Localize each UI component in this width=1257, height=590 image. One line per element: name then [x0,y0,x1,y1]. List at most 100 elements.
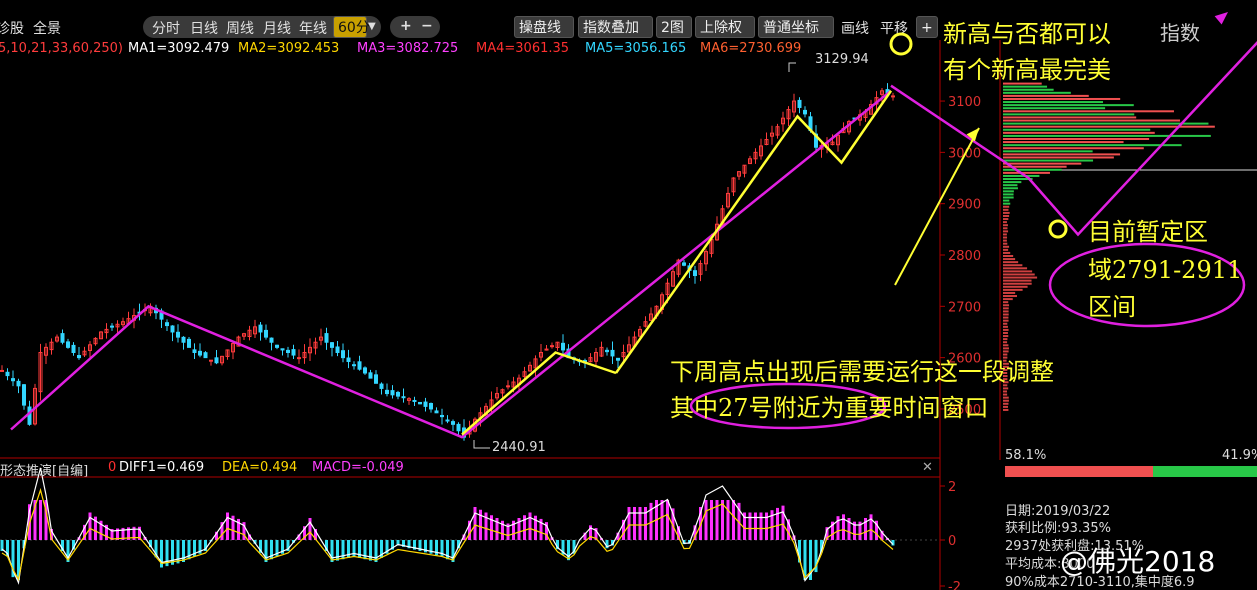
trend-line-yellow [461,351,617,436]
chip-bar [1003,310,1009,313]
annotation-plan-1: 下周高点出现后需要运行这一段调整 [670,358,1054,386]
chip-bar [1003,214,1010,217]
chip-bar [1003,221,1007,224]
candle-body [363,367,367,374]
chip-bar [1003,147,1144,150]
candle-body [192,349,197,353]
chip-bar [1003,211,1010,214]
candle-body [264,329,268,338]
high-price-label: 3129.94 [815,52,869,67]
chip-bar [1003,331,1008,334]
chip-bar [1003,251,1011,254]
macd-bar [666,500,669,540]
candle-body [66,341,70,348]
candle-body [385,389,389,395]
chip-bar [1003,298,1013,301]
chip-profit-ratio: 获利比例:93.35% [1005,521,1111,536]
chip-bar [1003,325,1008,328]
chip-bar [1003,141,1124,144]
chip-bar [1003,245,1010,248]
annotation-new-high-1: 新高与否都可以 [943,20,1111,48]
macd-bar [726,500,730,540]
candle-body [412,399,417,402]
trend-line-yellow [614,90,893,374]
chip-bar [1003,291,1016,294]
chip-bar [1003,224,1008,227]
candle-body [286,349,290,353]
candle-body [335,346,340,353]
candle-body [693,270,697,277]
chip-bar [1003,187,1018,190]
candle-body [181,336,186,343]
macd-bar [633,507,636,540]
candle-body [16,380,21,387]
chip-bar [1003,168,1062,171]
chip-bar [1003,134,1211,137]
chip-bar [1003,171,1050,174]
candle-body [11,378,15,382]
arrow-head [1214,12,1228,25]
candle-body [0,369,4,372]
candle-body [77,355,81,359]
chip-bar [1003,156,1114,159]
candle-body [616,357,620,361]
candle-body [891,95,895,98]
chip-bar [1003,270,1033,273]
chip-bar [1003,174,1040,177]
y-tick-label: 2800 [948,249,981,264]
macd-tick-label: 0 [948,534,956,549]
chip-bar [1003,341,1008,344]
candle-body [396,391,400,397]
candle-body [214,357,219,364]
chip-bar [1003,322,1008,325]
macd-bar [754,512,757,540]
macd-bar [710,500,713,540]
chip-bar [1003,144,1182,147]
chip-bar [1003,319,1009,322]
candle-body [374,374,378,384]
chip-bar [1003,393,1008,396]
watermark: @佛光2018 [1060,545,1216,578]
candle-body [434,410,439,414]
candle-body [27,406,32,425]
chip-bar [1003,242,1008,245]
candle-body [418,401,422,405]
chip-bar [1003,261,1019,264]
chip-bar [1003,233,1007,236]
chip-bar [1003,150,1093,153]
chip-bar [1003,328,1009,331]
chip-bar [1003,119,1180,122]
chip-bar [1003,88,1054,91]
macd-bar [627,507,631,540]
chip-bar [1003,218,1009,221]
macd-bar [374,540,378,562]
chip-bar [1003,347,1009,350]
chart-root: 诊股 全景 分时 日线 周线 月线 年线 60分 ▼ + − 操盘线 指数叠加 … [0,0,1257,590]
candle-body [506,385,510,388]
chip-bar [1003,91,1071,94]
candle-body [440,414,444,418]
candle-body [330,342,334,348]
chip-bar [1003,190,1014,193]
macd-tick-label: -2 [948,580,961,590]
annotation-plan-2: 其中27号附近为重要时间窗口 [670,394,989,422]
chip-bar [1003,399,1009,402]
macd-bar [39,500,42,540]
chip-bar [1003,193,1014,196]
candle-body [561,342,565,351]
low-leader [473,440,490,449]
annotation-new-high-2: 有个新高最完美 [943,56,1111,84]
chip-bar [1003,138,1150,140]
chip-pct-right: 41.9% [1222,448,1257,463]
macd-bar [748,512,752,540]
chip-bar [1003,122,1209,125]
candle-body [379,383,384,389]
chip-bar [1003,279,1032,282]
candle-body [209,359,213,362]
candle-body [368,372,373,379]
chip-bar [1003,335,1009,338]
chip-bar [1003,202,1011,205]
chip-bar [1003,285,1028,288]
macd-bar [88,512,92,540]
candle-body [401,396,406,399]
